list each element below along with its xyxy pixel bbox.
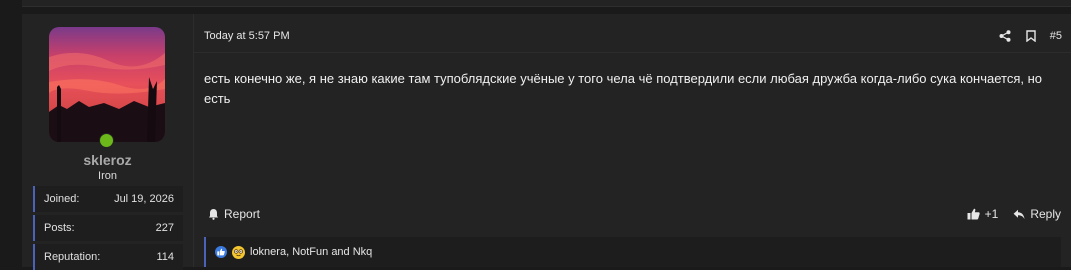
stat-value: Jul 19, 2026	[114, 193, 174, 205]
user-title: Iron	[98, 170, 117, 182]
like-reaction-icon	[215, 246, 227, 258]
stat-label: Reputation:	[44, 251, 101, 263]
post-date[interactable]: Today at 5:57 PM	[204, 30, 290, 42]
post-number-link[interactable]: #5	[1050, 30, 1062, 42]
like-icon	[967, 207, 981, 221]
like-button[interactable]: +1	[967, 207, 999, 221]
report-label: Report	[224, 207, 261, 221]
reply-label: Reply	[1030, 207, 1061, 221]
reactions-bar[interactable]: loknera, NotFun and Nkq	[204, 237, 1061, 267]
user-info-column: skleroz Iron Joined: Jul 19, 2026 Posts:…	[22, 14, 193, 270]
post-message: есть конечно же, я не знаю какие там туп…	[204, 71, 1042, 106]
forum-post: skleroz Iron Joined: Jul 19, 2026 Posts:…	[22, 14, 1071, 270]
report-button[interactable]: Report	[206, 207, 260, 221]
post-footer-right: +1 Reply	[967, 207, 1061, 221]
header-rule	[194, 52, 1071, 53]
previous-post-edge	[22, 0, 1071, 7]
username[interactable]: skleroz	[22, 152, 193, 168]
stat-label: Posts:	[44, 222, 75, 234]
report-bell-icon	[206, 207, 220, 221]
online-status-indicator	[99, 133, 114, 148]
avatar[interactable]	[49, 27, 165, 142]
bookmark-icon[interactable]	[1024, 29, 1038, 43]
stat-value: 114	[156, 251, 174, 263]
stat-label: Joined:	[44, 193, 80, 205]
reply-button[interactable]: Reply	[1012, 207, 1061, 221]
nerd-emoji-icon	[232, 245, 245, 259]
reactions-users[interactable]: loknera, NotFun and Nkq	[250, 246, 372, 258]
reaction-count: +1	[984, 207, 999, 221]
stat-reputation: Reputation: 114	[33, 244, 183, 270]
stat-joined: Joined: Jul 19, 2026	[33, 186, 183, 212]
stat-value: 227	[155, 222, 174, 234]
share-icon[interactable]	[998, 29, 1012, 43]
stat-posts: Posts: 227	[33, 215, 183, 241]
post-footer-left: Report	[206, 207, 260, 221]
post-header-actions: #5	[998, 28, 1062, 44]
reply-arrow-icon	[1012, 207, 1026, 221]
